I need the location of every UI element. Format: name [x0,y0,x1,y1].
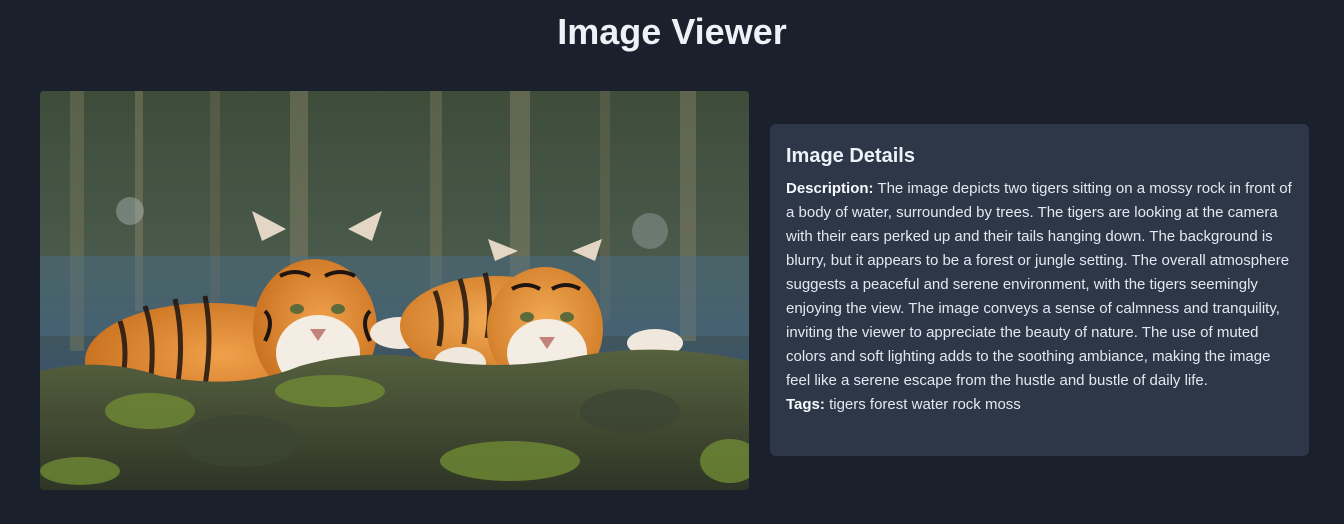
tags-value: tigers forest water rock moss [829,396,1021,413]
description-label: Description: [786,180,874,197]
image-viewer-page: Image Viewer Image Details Description: … [0,0,1344,524]
tags-text: Tags: tigers forest water rock moss [786,393,1293,417]
tigers-photo [40,91,749,490]
image-details-panel: Image Details Description: The image dep… [770,124,1309,456]
details-heading: Image Details [786,145,915,167]
description-text: Description: The image depicts two tiger… [786,177,1293,393]
description-value: The image depicts two tigers sitting on … [786,180,1292,389]
tags-label: Tags: [786,396,825,413]
page-title: Image Viewer [557,11,787,52]
